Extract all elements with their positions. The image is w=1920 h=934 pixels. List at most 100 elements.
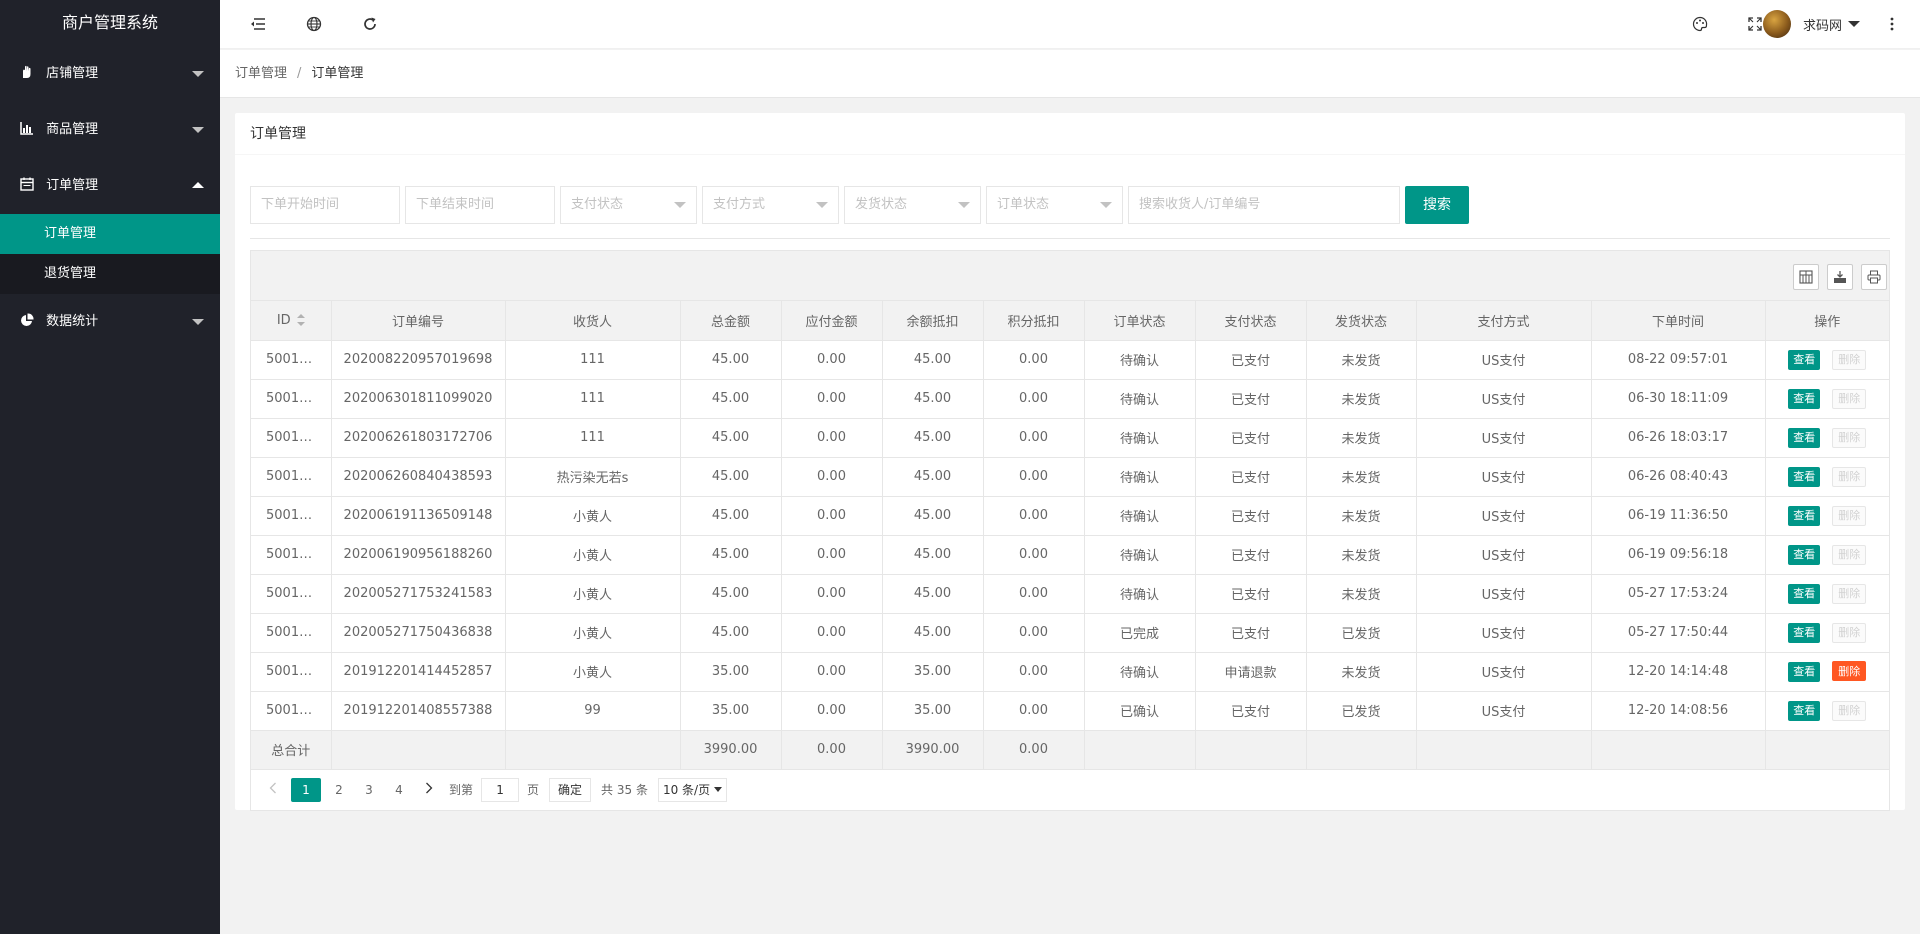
prev-page-icon[interactable]: [261, 778, 285, 802]
print-icon[interactable]: [1861, 264, 1887, 290]
col-header-id[interactable]: ID: [251, 301, 332, 341]
app-title: 商户管理系统: [61, 13, 158, 32]
theme-icon[interactable]: [1690, 14, 1710, 34]
delete-button[interactable]: 删除: [1832, 505, 1867, 526]
cell-pay-method: US支付: [1416, 574, 1592, 614]
page-2[interactable]: 2: [327, 778, 351, 802]
search-button[interactable]: 搜索: [1405, 186, 1469, 224]
sidebar-item-store[interactable]: 店铺管理: [0, 46, 220, 102]
cell-points: 0.00: [983, 652, 1085, 692]
delete-button[interactable]: 删除: [1832, 583, 1867, 604]
pie-chart-icon: [21, 313, 34, 326]
globe-icon[interactable]: [304, 14, 324, 34]
cell-points: 0.00: [983, 379, 1085, 419]
view-button[interactable]: 查看: [1788, 427, 1821, 448]
cell-order-no: 202006301811099020: [331, 379, 506, 419]
cell-id: 5001…: [251, 652, 332, 692]
delete-button[interactable]: 删除: [1832, 661, 1867, 681]
order-table: ID 订单编号 收货人 总金额 应付金额 余额抵扣 积分抵扣 订单状态 支付状态…: [251, 301, 1889, 770]
goto-page-input[interactable]: 1: [481, 777, 520, 802]
cell-pay-status: 已支付: [1195, 535, 1307, 575]
delete-button[interactable]: 删除: [1832, 349, 1867, 370]
export-icon[interactable]: [1827, 264, 1853, 290]
cell-order-status: 已确认: [1084, 691, 1196, 731]
start-time-input[interactable]: 下单开始时间: [250, 186, 400, 224]
chevron-down-icon: [816, 202, 828, 208]
cell-pay-method: US支付: [1416, 340, 1592, 380]
order-table-container: ID 订单编号 收货人 总金额 应付金额 余额抵扣 积分抵扣 订单状态 支付状态…: [250, 250, 1890, 811]
delete-button[interactable]: 删除: [1832, 544, 1867, 565]
view-button[interactable]: 查看: [1788, 349, 1821, 370]
delete-button[interactable]: 删除: [1832, 700, 1867, 721]
cell-payable: 0.00: [781, 379, 883, 419]
delete-button[interactable]: 删除: [1832, 427, 1867, 448]
sidebar-item-goods[interactable]: 商品管理: [0, 102, 220, 158]
next-page-icon[interactable]: [417, 778, 441, 802]
view-button[interactable]: 查看: [1788, 622, 1821, 643]
sidebar-subitem-order-list[interactable]: 订单管理: [0, 214, 220, 254]
view-button[interactable]: 查看: [1788, 662, 1821, 682]
ship-status-select[interactable]: 发货状态: [844, 186, 981, 224]
pay-method-select[interactable]: 支付方式: [702, 186, 839, 224]
sidebar-item-label: 订单管理: [46, 178, 99, 193]
view-button[interactable]: 查看: [1788, 388, 1821, 409]
sidebar-item-orders[interactable]: 订单管理: [0, 158, 220, 214]
cell-ship-status: 已发货: [1306, 691, 1417, 731]
pay-status-select[interactable]: 支付状态: [560, 186, 697, 224]
cell-order-no: 201912201414452857: [331, 652, 506, 692]
cell-payable: 0.00: [781, 691, 883, 731]
cell-receiver: 111: [505, 418, 681, 458]
cell-order-no: 202006191136509148: [331, 496, 506, 536]
cell-balance: 45.00: [882, 340, 984, 380]
view-button[interactable]: 查看: [1788, 505, 1821, 526]
end-time-input[interactable]: 下单结束时间: [405, 186, 555, 224]
cell-points: 0.00: [983, 496, 1085, 536]
view-button[interactable]: 查看: [1788, 700, 1821, 721]
table-row: 5001… 202008220957019698 111 45.00 0.00 45.00…: [251, 340, 1889, 380]
col-header: 支付状态: [1195, 301, 1307, 341]
refresh-icon[interactable]: [360, 14, 380, 34]
page-1[interactable]: 1: [291, 777, 321, 802]
cell-actions: 查看 删除: [1765, 613, 1889, 653]
delete-button[interactable]: 删除: [1832, 466, 1867, 487]
col-header: 收货人: [505, 301, 681, 341]
page-size-select[interactable]: 10 条/页: [657, 777, 728, 802]
col-header: 操作: [1765, 301, 1889, 341]
sort-icon[interactable]: [296, 314, 305, 327]
breadcrumb: 订单管理 / 订单管理: [220, 50, 1920, 98]
user-menu[interactable]: 求码网: [1762, 10, 1860, 38]
cell-order-no: 202006190956188260: [331, 535, 506, 575]
cell-payable: 0.00: [781, 340, 883, 380]
table-toolbar: [251, 251, 1889, 301]
cell-actions: 查看 删除: [1765, 379, 1889, 419]
cell-total: 45.00: [680, 535, 782, 575]
sidebar-item-statistics[interactable]: 数据统计: [0, 294, 220, 350]
hand-icon: [23, 65, 31, 78]
keyword-search-input[interactable]: 搜索收货人/订单编号: [1128, 186, 1400, 224]
order-status-select[interactable]: 订单状态: [986, 186, 1123, 224]
view-button[interactable]: 查看: [1788, 583, 1821, 604]
breadcrumb-parent[interactable]: 订单管理: [235, 66, 287, 81]
table-row: 5001… 201912201408557388 99 35.00 0.00 35.00 0…: [251, 691, 1889, 731]
page-4[interactable]: 4: [387, 778, 411, 802]
view-button[interactable]: 查看: [1788, 466, 1821, 487]
cell-id: 5001…: [251, 691, 332, 731]
more-icon[interactable]: [1882, 14, 1902, 34]
delete-button[interactable]: 删除: [1832, 388, 1867, 409]
collapse-menu-icon[interactable]: [248, 14, 268, 34]
table-body: 5001… 202008220957019698 111 45.00 0.00 45.00…: [251, 340, 1889, 770]
cell-total: 35.00: [680, 652, 782, 692]
goto-confirm-button[interactable]: 确定: [549, 777, 592, 802]
cell-payable: 0.00: [781, 457, 883, 497]
sidebar-subitem-returns[interactable]: 退货管理: [0, 254, 220, 294]
view-button[interactable]: 查看: [1788, 544, 1821, 565]
columns-icon[interactable]: [1793, 264, 1819, 290]
chevron-down-icon: [674, 202, 686, 208]
cell-time: 06-30 18:11:09: [1591, 379, 1766, 419]
cell-id: 5001…: [251, 379, 332, 419]
card-title: 订单管理: [235, 113, 1905, 155]
delete-button[interactable]: 删除: [1832, 622, 1867, 643]
cell-order-no: 202006260840438593: [331, 457, 506, 497]
page-3[interactable]: 3: [357, 778, 381, 802]
cell-actions: 查看 删除: [1765, 418, 1889, 458]
